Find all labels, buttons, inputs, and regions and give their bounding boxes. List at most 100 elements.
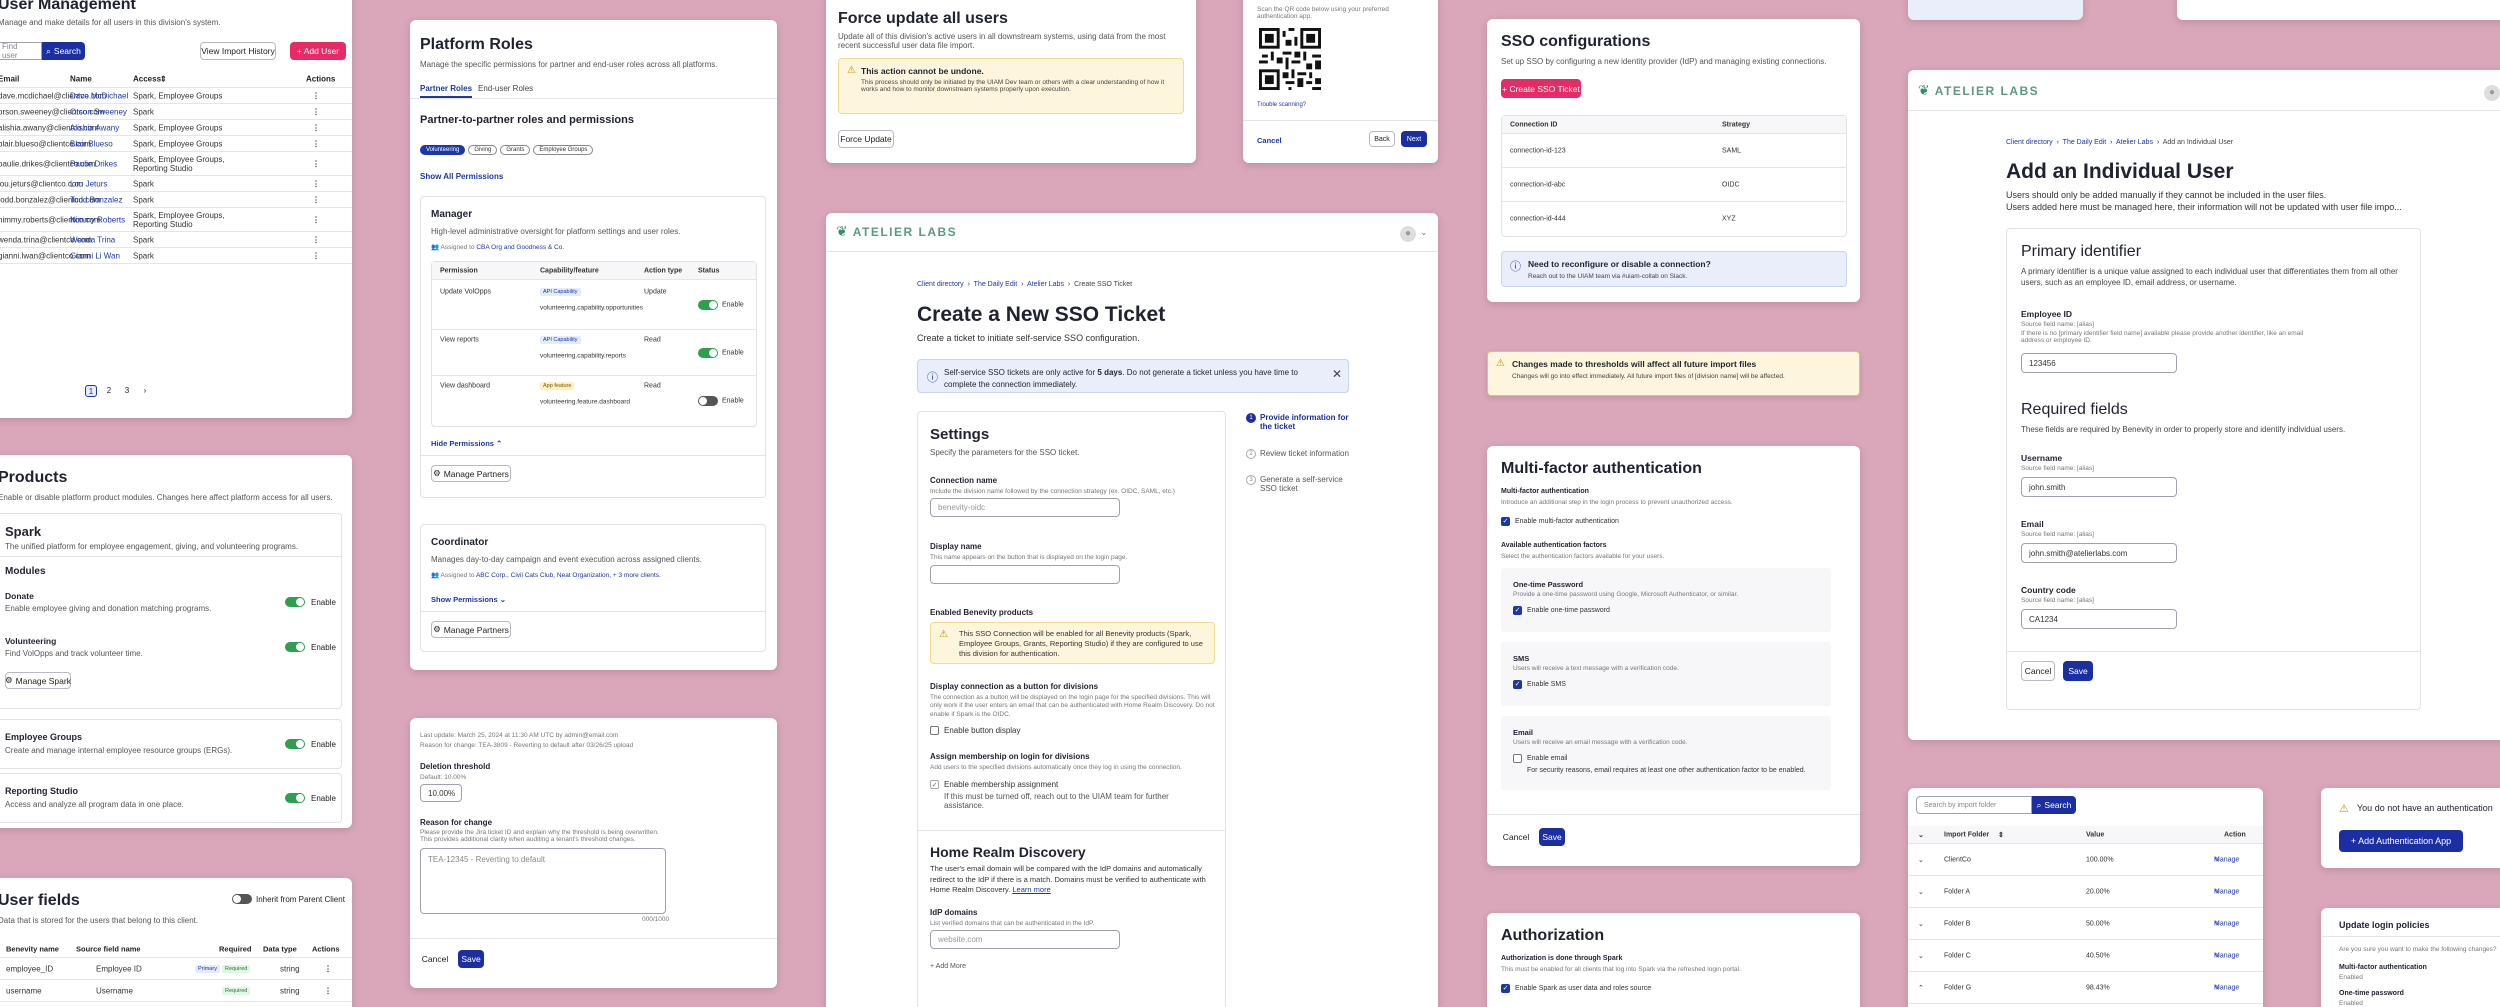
status-toggle[interactable] <box>698 348 718 358</box>
user-name-link[interactable]: Wenda Trina <box>70 235 115 244</box>
username-input[interactable]: john.smith <box>2021 477 2177 497</box>
user-name-link[interactable]: Paulie Drikes <box>70 159 117 168</box>
display-name-input[interactable] <box>930 565 1120 584</box>
user-name-link[interactable]: Orson Sweeney <box>70 107 127 116</box>
close-icon[interactable]: ✕ <box>1332 367 1342 381</box>
tag-grants[interactable]: Grants <box>500 145 531 155</box>
manage-partners-button[interactable]: ⚙ Manage Partners <box>431 465 511 482</box>
country-code-input[interactable]: CA1234 <box>2021 609 2177 629</box>
idp-domain-input[interactable]: website.com <box>930 930 1120 949</box>
search-input[interactable]: Find user <box>0 42 42 60</box>
user-name-link[interactable]: Todd Bonzalez <box>70 195 122 204</box>
employee-id-input[interactable]: 123456 <box>2021 353 2177 373</box>
crumb-client-directory[interactable]: Client directory <box>2006 139 2053 146</box>
user-name-link[interactable]: Nimmy Roberts <box>70 215 125 224</box>
page-1[interactable]: 1 <box>85 385 97 397</box>
save-button[interactable]: Save <box>1539 828 1565 846</box>
more-icon[interactable]: ⋮ <box>312 123 320 132</box>
status-toggle[interactable] <box>698 300 718 310</box>
crumb-atelier-labs[interactable]: Atelier Labs <box>1027 281 1064 288</box>
search-button[interactable]: ⌕ Search <box>42 42 85 60</box>
tab-partner-roles[interactable]: Partner Roles <box>420 84 473 98</box>
threshold-input[interactable]: 10.00% <box>420 784 462 802</box>
expand-chevron-icon[interactable]: ⌄ <box>1918 952 1924 960</box>
tag-employee-groups[interactable]: Employee Groups <box>533 145 594 155</box>
user-name-link[interactable]: Blair Blueso <box>70 139 113 148</box>
import-search-input[interactable]: Search by import folder <box>1916 796 2032 814</box>
enable-otp-checkbox[interactable]: ✓ <box>1513 606 1522 615</box>
expand-chevron-icon[interactable]: ⌄ <box>1918 888 1924 896</box>
crumb-daily-edit[interactable]: The Daily Edit <box>2063 139 2107 146</box>
cancel-button[interactable]: Cancel <box>420 950 450 968</box>
more-icon[interactable]: ⋮ <box>312 195 320 204</box>
employee-groups-toggle[interactable] <box>285 739 305 749</box>
assigned-clients-link[interactable]: ABC Corp., Civil Cats Club, Neat Organiz… <box>476 572 661 579</box>
page-2[interactable]: 2 <box>103 385 115 397</box>
avatar[interactable]: ● <box>1400 226 1416 242</box>
show-all-permissions-link[interactable]: Show All Permissions <box>420 172 503 181</box>
more-icon[interactable]: ⋮ <box>324 986 332 995</box>
tag-giving[interactable]: Giving <box>468 145 498 155</box>
col-access[interactable]: Access <box>133 74 161 83</box>
more-icon[interactable]: ⋮ <box>312 159 320 168</box>
more-icon[interactable]: ⋮ <box>312 107 320 116</box>
reporting-studio-toggle[interactable] <box>285 793 305 803</box>
email-input[interactable]: john.smith@atelierlabs.com <box>2021 543 2177 563</box>
avatar[interactable]: ● <box>2484 85 2500 101</box>
enable-email-checkbox[interactable] <box>1513 754 1522 763</box>
crumb-client-directory[interactable]: Client directory <box>917 281 964 288</box>
trouble-scanning-link[interactable]: Trouble scanning? <box>1257 102 1306 108</box>
expand-chevron-icon[interactable]: ⌄ <box>1918 920 1924 928</box>
col-import-folder[interactable]: Import Folder <box>1944 831 1989 838</box>
crumb-daily-edit[interactable]: The Daily Edit <box>974 281 1018 288</box>
save-button[interactable]: Save <box>2063 661 2093 681</box>
add-more-link[interactable]: + Add More <box>930 963 966 970</box>
more-icon[interactable]: ⋮ <box>312 235 320 244</box>
more-icon[interactable]: ⋮ <box>312 91 320 100</box>
enable-membership-checkbox[interactable]: ✓ <box>930 780 939 789</box>
connection-name-input[interactable]: benevity-oidc <box>930 498 1120 517</box>
back-button[interactable]: Back <box>1369 131 1395 147</box>
user-name-link[interactable]: Dave McDichael <box>70 91 128 100</box>
more-icon[interactable]: ⋮ <box>324 964 332 973</box>
status-toggle[interactable] <box>698 396 718 406</box>
cancel-link[interactable]: Cancel <box>1257 136 1282 145</box>
more-icon[interactable]: ⋮ <box>312 215 320 224</box>
enable-button-display-checkbox[interactable] <box>930 726 939 735</box>
next-button[interactable]: Next <box>1401 131 1427 147</box>
chevron-down-icon[interactable]: ⌄ <box>1420 227 1428 238</box>
manage-partners-button[interactable]: ⚙ Manage Partners <box>431 621 511 638</box>
user-name-link[interactable]: Gianni Li Wan <box>70 251 120 260</box>
user-name-link[interactable]: Alishia Awany <box>70 123 119 132</box>
chevron-down-icon[interactable]: ⌄ <box>1918 831 1924 839</box>
sort-icon[interactable]: ⇕ <box>160 74 167 83</box>
expand-chevron-icon[interactable]: ⌃ <box>1918 984 1924 992</box>
page-3[interactable]: 3 <box>121 385 133 397</box>
view-import-history-button[interactable]: View Import History <box>200 42 276 60</box>
reason-textarea[interactable]: TEA-12345 - Reverting to default <box>420 848 666 914</box>
user-name-link[interactable]: Lou Jeturs <box>70 179 107 188</box>
cancel-button[interactable]: Cancel <box>1501 828 1531 846</box>
add-authentication-app-button[interactable]: + Add Authentication App <box>2339 830 2463 852</box>
next-page-icon[interactable]: › <box>139 385 151 397</box>
cancel-button[interactable]: Cancel <box>2021 661 2055 681</box>
import-search-button[interactable]: ⌕ Search <box>2032 796 2076 814</box>
inherit-toggle[interactable] <box>232 894 252 904</box>
show-permissions-link[interactable]: Show Permissions ⌄ <box>431 595 506 604</box>
more-icon[interactable]: ⋮ <box>312 251 320 260</box>
more-icon[interactable]: ⋮ <box>312 179 320 188</box>
assigned-orgs-link[interactable]: CBA Org and Goodness & Co. <box>476 244 564 251</box>
enable-spark-checkbox[interactable]: ✓ <box>1501 984 1510 993</box>
force-update-button[interactable]: Force Update <box>838 130 894 148</box>
create-sso-ticket-button[interactable]: + Create SSO Ticket <box>1501 79 1581 98</box>
tab-end-user-roles[interactable]: End-user Roles <box>478 84 533 93</box>
manage-spark-button[interactable]: ⚙ Manage Spark <box>5 672 71 689</box>
save-button[interactable]: Save <box>458 950 484 968</box>
enable-mfa-checkbox[interactable]: ✓ <box>1501 517 1510 526</box>
sort-icon[interactable]: ⇕ <box>1998 831 2004 839</box>
donate-toggle[interactable] <box>285 597 305 607</box>
tag-volunteering[interactable]: Volunteering <box>420 145 466 155</box>
volunteering-toggle[interactable] <box>285 642 305 652</box>
add-user-button[interactable]: + Add User <box>290 42 346 60</box>
expand-chevron-icon[interactable]: ⌄ <box>1918 856 1924 864</box>
